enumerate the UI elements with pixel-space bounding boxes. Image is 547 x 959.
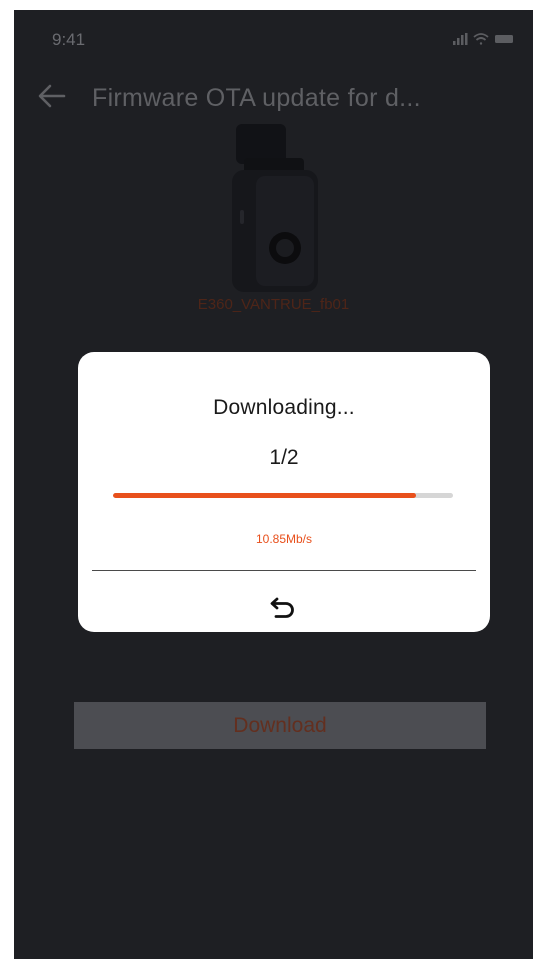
page-title: Firmware OTA update for d... (92, 84, 421, 112)
battery-icon (495, 35, 513, 43)
download-progress-dialog: Downloading... 1/2 10.85Mb/s (78, 352, 490, 632)
download-speed: 10.85Mb/s (255, 532, 313, 546)
signal-icon (453, 33, 468, 45)
status-bar: 9:41 (14, 10, 533, 66)
progress-bar (113, 493, 453, 498)
wifi-icon (473, 33, 489, 45)
back-arrow-icon[interactable] (34, 78, 72, 114)
progress-fill (113, 493, 416, 498)
undo-button[interactable] (266, 590, 300, 624)
app-screen: 9:41 Firmware OTA update for d... E360_V… (14, 10, 533, 959)
device-name: E360_VANTRUE_fb01 (197, 296, 350, 313)
dialog-divider (92, 570, 476, 571)
status-time: 9:41 (52, 30, 86, 49)
dashcam-icon (232, 124, 318, 292)
dialog-title: Downloading... (213, 396, 355, 419)
download-step-counter: 1/2 (269, 446, 299, 469)
download-button[interactable]: Download (74, 702, 486, 749)
undo-icon (270, 597, 294, 618)
status-icons (453, 33, 513, 45)
